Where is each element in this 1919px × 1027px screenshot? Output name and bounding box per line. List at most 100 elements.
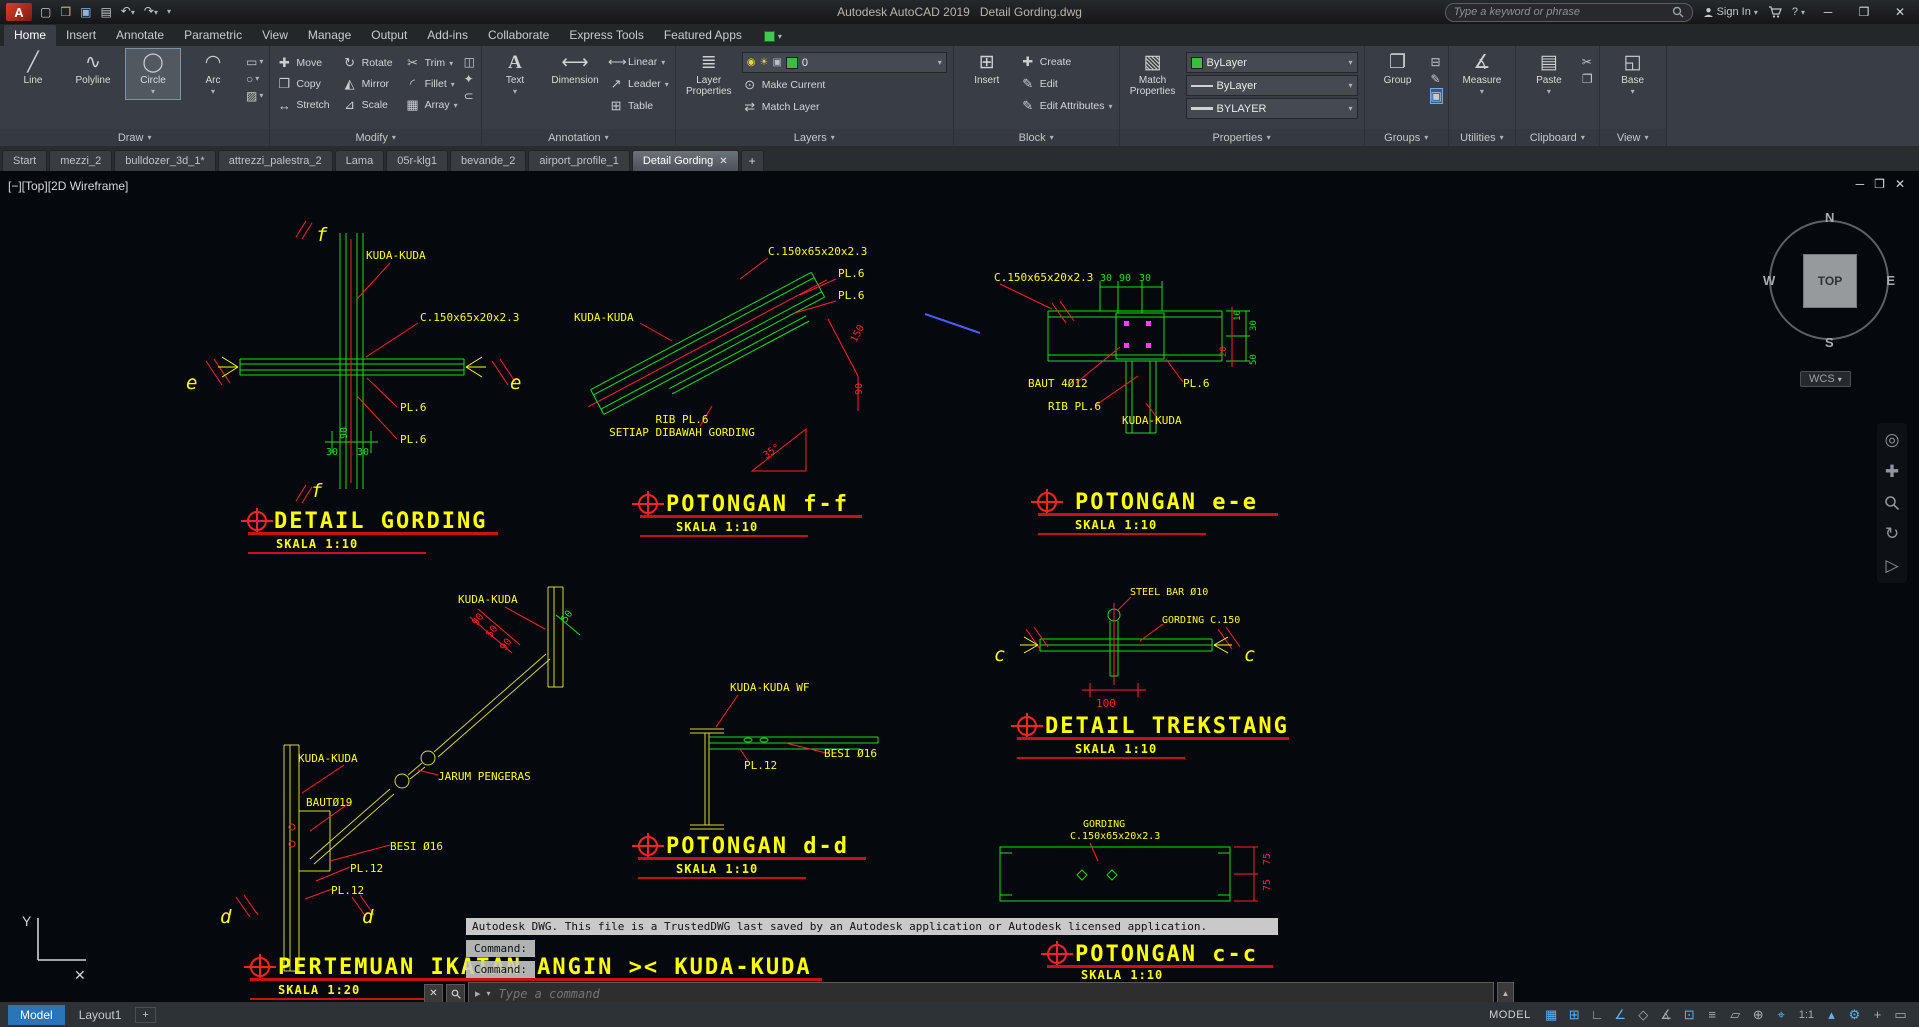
restore-button[interactable]: ❒ [1851,5,1877,19]
ribbon-tab-annotate[interactable]: Annotate [106,25,174,46]
redo-icon[interactable]: ↷▾ [144,4,158,20]
dimension-button[interactable]: ⟷Dimension [548,49,602,89]
panel-label-view[interactable]: View▾ [1600,129,1666,146]
model-tab[interactable]: Model [8,1005,65,1025]
mirror-button[interactable]: ◭Mirror [342,74,393,94]
drawing-canvas[interactable]: [−][Top][2D Wireframe] ─ ❐ ✕ [0,171,1919,1002]
file-tab[interactable]: bulldozer_3d_1* [114,150,216,171]
match-properties-button[interactable]: ▧Match Properties [1126,49,1180,100]
circle-button[interactable]: ◯Circle▾ [126,49,180,99]
ribbon-tab-parametric[interactable]: Parametric [174,25,252,46]
fillet-button[interactable]: ◜Fillet▾ [405,74,458,94]
linear-button[interactable]: ⟷Linear▾ [608,52,669,72]
viewport-minimize-icon[interactable]: ─ [1856,177,1865,191]
file-tab[interactable]: attrezzi_palestra_2 [218,150,333,171]
polyline-button[interactable]: ∿Polyline [66,49,120,89]
panel-label-groups[interactable]: Groups▾ [1365,129,1448,146]
create-block-button[interactable]: ✚Create [1020,52,1113,72]
panel-label-modify[interactable]: Modify▾ [270,129,481,146]
viewport-close-icon[interactable]: ✕ [1895,177,1905,191]
file-tab[interactable]: 05r-klg1 [386,150,448,171]
ungroup-button[interactable]: ⊟ [1431,55,1442,69]
rotate-button[interactable]: ↻Rotate [342,53,393,73]
autocad-logo[interactable]: A [6,3,32,21]
layer-lock-icon[interactable]: ▣ [772,58,781,68]
commandline-search-icon[interactable] [446,984,465,1002]
panel-label-clipboard[interactable]: Clipboard▾ [1516,129,1599,146]
file-tab[interactable]: mezzi_2 [49,150,112,171]
search-input[interactable]: Type a keyword or phrase [1445,3,1693,22]
help-button[interactable]: ?▾ [1792,6,1805,18]
explode-button[interactable]: ✦ [464,72,475,86]
object-snap-tracking-icon[interactable]: ∡ [1656,1005,1677,1024]
linetype-select[interactable]: ByLayer▾ [1186,75,1358,96]
ribbon-tab-insert[interactable]: Insert [56,25,106,46]
viewcube-east[interactable]: E [1886,273,1895,288]
match-layer-button[interactable]: ⇄Match Layer [742,97,947,117]
new-drawing-tab-button[interactable]: + [741,150,764,171]
table-button[interactable]: ⊞Table [608,96,669,116]
ribbon-tab-express-tools[interactable]: Express Tools [559,25,653,46]
rectangle-button[interactable]: ▭▾ [246,55,263,69]
viewcube-top-face[interactable]: TOP [1803,254,1857,308]
group-button[interactable]: ❐Group [1371,49,1425,89]
array-button[interactable]: ▦Array▾ [405,95,458,115]
snap-mode-icon[interactable]: ⊞ [1564,1005,1585,1024]
move-button[interactable]: ✚Move [276,53,329,73]
clean-screen-icon[interactable]: ▭ [1890,1005,1911,1024]
grid-display-icon[interactable]: ▦ [1541,1005,1562,1024]
viewport-restore-icon[interactable]: ❐ [1874,177,1885,191]
erase-button[interactable]: ◫ [464,55,475,69]
ribbon-tab-manage[interactable]: Manage [298,25,361,46]
layer-on-icon[interactable]: ◉ [747,58,756,68]
file-tab-close-icon[interactable]: ✕ [719,156,727,167]
file-tab[interactable]: airport_profile_1 [528,150,630,171]
leader-button[interactable]: ↗Leader▾ [608,74,669,94]
panel-label-layers[interactable]: Layers▾ [676,129,953,146]
navigation-wheel-icon[interactable]: ◎ [1885,431,1900,449]
hatch-button[interactable]: ▨▾ [246,89,263,103]
workspace-switching-icon[interactable]: ⚙ [1844,1005,1865,1024]
file-tab[interactable]: Detail Gording✕ [632,150,739,171]
plot-icon[interactable]: ▤ [100,5,111,19]
close-button[interactable]: ✕ [1887,5,1913,19]
stretch-button[interactable]: ↔Stretch [276,95,329,115]
ribbon-tab-add-ins[interactable]: Add-ins [417,25,478,46]
base-button[interactable]: ◱Base▾ [1606,49,1660,99]
panel-label-utilities[interactable]: Utilities▾ [1449,129,1515,146]
viewcube[interactable]: N W E S TOP [1759,210,1899,350]
undo-icon[interactable]: ↶▾ [121,4,135,20]
viewcube-south[interactable]: S [1825,335,1834,350]
ribbon-tab-collaborate[interactable]: Collaborate [478,25,559,46]
signin-button[interactable]: Sign In▾ [1703,6,1758,18]
annotation-visibility-icon[interactable]: ▴ [1821,1005,1842,1024]
lineweight-icon[interactable]: ≡ [1702,1005,1723,1024]
cut-button[interactable]: ✂ [1582,55,1593,69]
layer-freeze-icon[interactable]: ☀ [759,58,768,68]
zoom-icon[interactable] [1884,495,1900,511]
ribbon-options[interactable]: ▾ [764,31,782,46]
scale-button[interactable]: ⊿Scale [342,95,393,115]
save-icon[interactable]: ▣ [80,5,91,19]
arc-button[interactable]: ◠Arc▾ [186,49,240,99]
measure-button[interactable]: ∡Measure▾ [1455,49,1509,99]
viewcube-west[interactable]: W [1763,273,1775,288]
insert-button[interactable]: ⊞Insert [960,49,1014,89]
commandline-close-icon[interactable]: ✕ [424,984,443,1002]
paste-button[interactable]: ▤Paste▾ [1522,49,1576,99]
customize-qat-icon[interactable]: ▾ [167,5,171,19]
polar-tracking-icon[interactable]: ∠ [1610,1005,1631,1024]
edit-block-button[interactable]: ✎Edit [1020,74,1113,94]
ribbon-tab-output[interactable]: Output [361,25,417,46]
copy-button[interactable]: ❐Copy [276,74,329,94]
ribbon-tab-home[interactable]: Home [4,25,56,46]
object-color-select[interactable]: ByLayer▾ [1186,52,1358,73]
wcs-menu[interactable]: WCS ▾ [1800,371,1851,387]
search-icon[interactable] [1672,6,1684,18]
panel-label-draw[interactable]: Draw▾ [0,129,269,146]
lineweight-select[interactable]: BYLAYER▾ [1186,98,1358,119]
open-file-icon[interactable]: ❒ [60,5,71,19]
transparency-icon[interactable]: ▱ [1725,1005,1746,1024]
panel-label-block[interactable]: Block▾ [954,129,1119,146]
command-input-field[interactable]: ▸ ▾ [468,982,1494,1002]
